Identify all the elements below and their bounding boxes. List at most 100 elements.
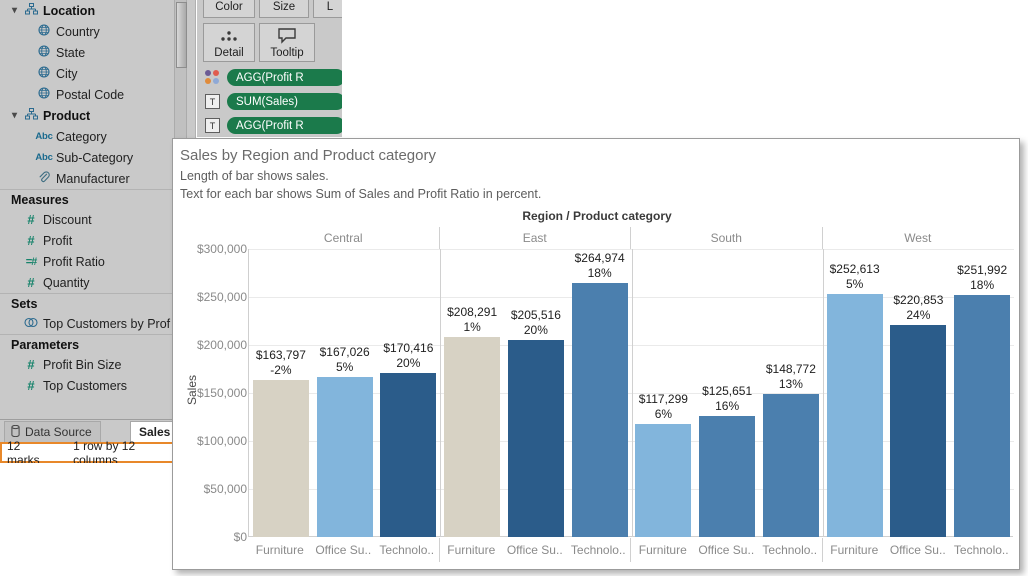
- hierarchy-icon: [21, 3, 41, 18]
- data-pane-field-profit-ratio[interactable]: =# Profit Ratio: [0, 251, 195, 272]
- region-header-south: South: [631, 227, 823, 249]
- tab-data-source-label: Data Source: [25, 425, 92, 439]
- bar-south-office-supplies[interactable]: [699, 416, 756, 537]
- bar-group: $252,613 5%: [826, 249, 883, 537]
- bar-profit-ratio-value: 18%: [970, 278, 995, 292]
- bar-south-furniture[interactable]: [635, 424, 692, 537]
- data-pane-field-postal-code[interactable]: Postal Code: [0, 84, 195, 105]
- x-region-central: Furniture Office Su.. Technolo..: [248, 538, 440, 562]
- y-axis-tick: $200,000: [196, 338, 247, 352]
- data-pane-field-country[interactable]: Country: [0, 21, 195, 42]
- marks-tooltip-button[interactable]: Tooltip: [259, 23, 315, 62]
- y-axis-tick: $150,000: [196, 386, 247, 400]
- data-pane-field-top-customers-by-prof[interactable]: Top Customers by Prof: [0, 313, 195, 334]
- marks-pill-text-sales[interactable]: SUM(Sales): [227, 93, 342, 110]
- x-axis-tick: Furniture: [830, 543, 879, 557]
- tooltip-icon: [277, 24, 297, 47]
- marks-color-label: Color: [215, 1, 243, 13]
- color-swatch-icon: [205, 70, 221, 84]
- marks-detail-button[interactable]: Detail: [203, 23, 255, 62]
- globe-icon: [34, 87, 54, 102]
- chevron-down-icon[interactable]: ▾: [8, 5, 21, 16]
- data-pane-hierarchy-product[interactable]: ▾ Product: [0, 105, 195, 126]
- data-pane-field-list[interactable]: ▾ Location Country State City Postal Code ▾ Pro…: [0, 0, 195, 396]
- bar-value-label: $148,772 13%: [751, 362, 831, 392]
- sidebar-scrollbar-thumb[interactable]: [176, 2, 187, 68]
- x-axis-tick: Office Su..: [889, 543, 946, 557]
- bar-east-technology[interactable]: [571, 283, 628, 537]
- marks-color-button[interactable]: Color: [203, 0, 255, 18]
- data-pane-section-label: Sets: [11, 296, 38, 311]
- region-group-east: $208,291 1% $205,516 20% $264,974 18%: [440, 249, 631, 537]
- bar-east-furniture[interactable]: [444, 337, 501, 537]
- tab-sheet-label: Sales: [139, 425, 171, 439]
- x-axis-tick: Technolo..: [762, 543, 818, 557]
- data-pane-field-label: Top Customers by Prof: [43, 316, 171, 331]
- bar-value-label: $264,974 18%: [560, 251, 640, 281]
- x-region-west: Furniture Office Su.. Technolo..: [823, 538, 1014, 562]
- x-axis-tick: Office Su..: [315, 543, 372, 557]
- data-pane-field-discount[interactable]: # Discount: [0, 209, 195, 230]
- y-axis-tick: $300,000: [196, 242, 247, 256]
- bar-central-office-supplies[interactable]: [316, 377, 373, 537]
- data-pane-hierarchy-location[interactable]: ▾ Location: [0, 0, 195, 21]
- bar-east-office-supplies[interactable]: [507, 340, 564, 537]
- number-icon: #: [27, 378, 35, 393]
- data-pane-field-state[interactable]: State: [0, 42, 195, 63]
- data-pane-field-category[interactable]: Abc Category: [0, 126, 195, 147]
- data-pane-field-label: Category: [56, 129, 107, 144]
- calculated-number-icon: =#: [25, 255, 38, 268]
- data-pane-field-quantity[interactable]: # Quantity: [0, 272, 195, 293]
- text-icon: T: [205, 94, 220, 109]
- bar-west-furniture[interactable]: [826, 294, 883, 537]
- data-pane-section-label: Measures: [11, 192, 69, 207]
- marks-pill-color[interactable]: AGG(Profit R: [227, 69, 342, 86]
- bar-value-label: $220,853 24%: [878, 293, 958, 323]
- hierarchy-icon: [21, 108, 41, 123]
- viz-window[interactable]: Sales by Region and Product category Len…: [172, 138, 1020, 570]
- y-axis-tick: $0: [233, 530, 247, 544]
- chevron-down-icon[interactable]: ▾: [8, 110, 21, 121]
- database-icon: [11, 424, 20, 440]
- bar-west-technology[interactable]: [954, 295, 1011, 537]
- marks-pill-text-profit-ratio[interactable]: AGG(Profit R: [227, 117, 342, 134]
- data-pane-field-city[interactable]: City: [0, 63, 195, 84]
- data-pane-field-profit[interactable]: # Profit: [0, 230, 195, 251]
- data-pane-field-profit-bin-size[interactable]: # Profit Bin Size: [0, 354, 195, 375]
- bar-profit-ratio-value: 16%: [715, 399, 740, 413]
- number-icon: #: [27, 233, 35, 248]
- plot-area[interactable]: $163,797 -2% $167,026 5% $170,416 20% $208,291…: [248, 249, 1014, 537]
- bar-west-office-supplies[interactable]: [890, 325, 947, 537]
- bar-group: $163,797 -2%: [252, 249, 309, 537]
- y-axis-tick: $250,000: [196, 290, 247, 304]
- marks-label-button[interactable]: L: [313, 0, 342, 18]
- bar-profit-ratio-value: 18%: [587, 266, 612, 280]
- marks-size-label: Size: [272, 1, 296, 13]
- marks-card[interactable]: Color Size L Detail Tooltip AGG(Profit R…: [197, 0, 342, 137]
- data-pane-field-label: Quantity: [43, 275, 90, 290]
- data-pane-field-label: City: [56, 66, 78, 81]
- x-axis-tick: Furniture: [255, 543, 304, 557]
- x-axis-tick: Office Su..: [698, 543, 755, 557]
- marks-size-button[interactable]: Size: [259, 0, 309, 18]
- region-group-south: $117,299 6% $125,651 16% $148,772 13%: [632, 249, 823, 537]
- region-header-row: Central East South West: [248, 227, 1013, 249]
- data-pane-field-label: State: [56, 45, 86, 60]
- data-pane-field-top-customers[interactable]: # Top Customers: [0, 375, 195, 396]
- data-pane-sidebar[interactable]: ▾ Location Country State City Postal Code ▾ Pro…: [0, 0, 196, 446]
- data-pane-field-sub-category[interactable]: Abc Sub-Category: [0, 147, 195, 168]
- marks-pill-text-profit-ratio-label: AGG(Profit R: [236, 119, 304, 132]
- data-pane-field-label: Postal Code: [56, 87, 125, 102]
- bar-profit-ratio-value: 13%: [778, 377, 803, 391]
- bar-profit-ratio-value: 5%: [845, 277, 864, 291]
- region-group-west: $252,613 5% $220,853 24% $251,992 18%: [823, 249, 1014, 537]
- region-group-central: $163,797 -2% $167,026 5% $170,416 20%: [249, 249, 440, 537]
- bar-group: $117,299 6%: [635, 249, 692, 537]
- bar-central-technology[interactable]: [380, 373, 437, 537]
- bar-central-furniture[interactable]: [252, 380, 309, 537]
- bar-sales-value: $264,974: [574, 251, 625, 265]
- data-pane-field-manufacturer[interactable]: Manufacturer: [0, 168, 195, 189]
- paperclip-icon: [34, 171, 54, 186]
- bar-south-technology[interactable]: [762, 394, 819, 537]
- region-header-east: East: [440, 227, 631, 249]
